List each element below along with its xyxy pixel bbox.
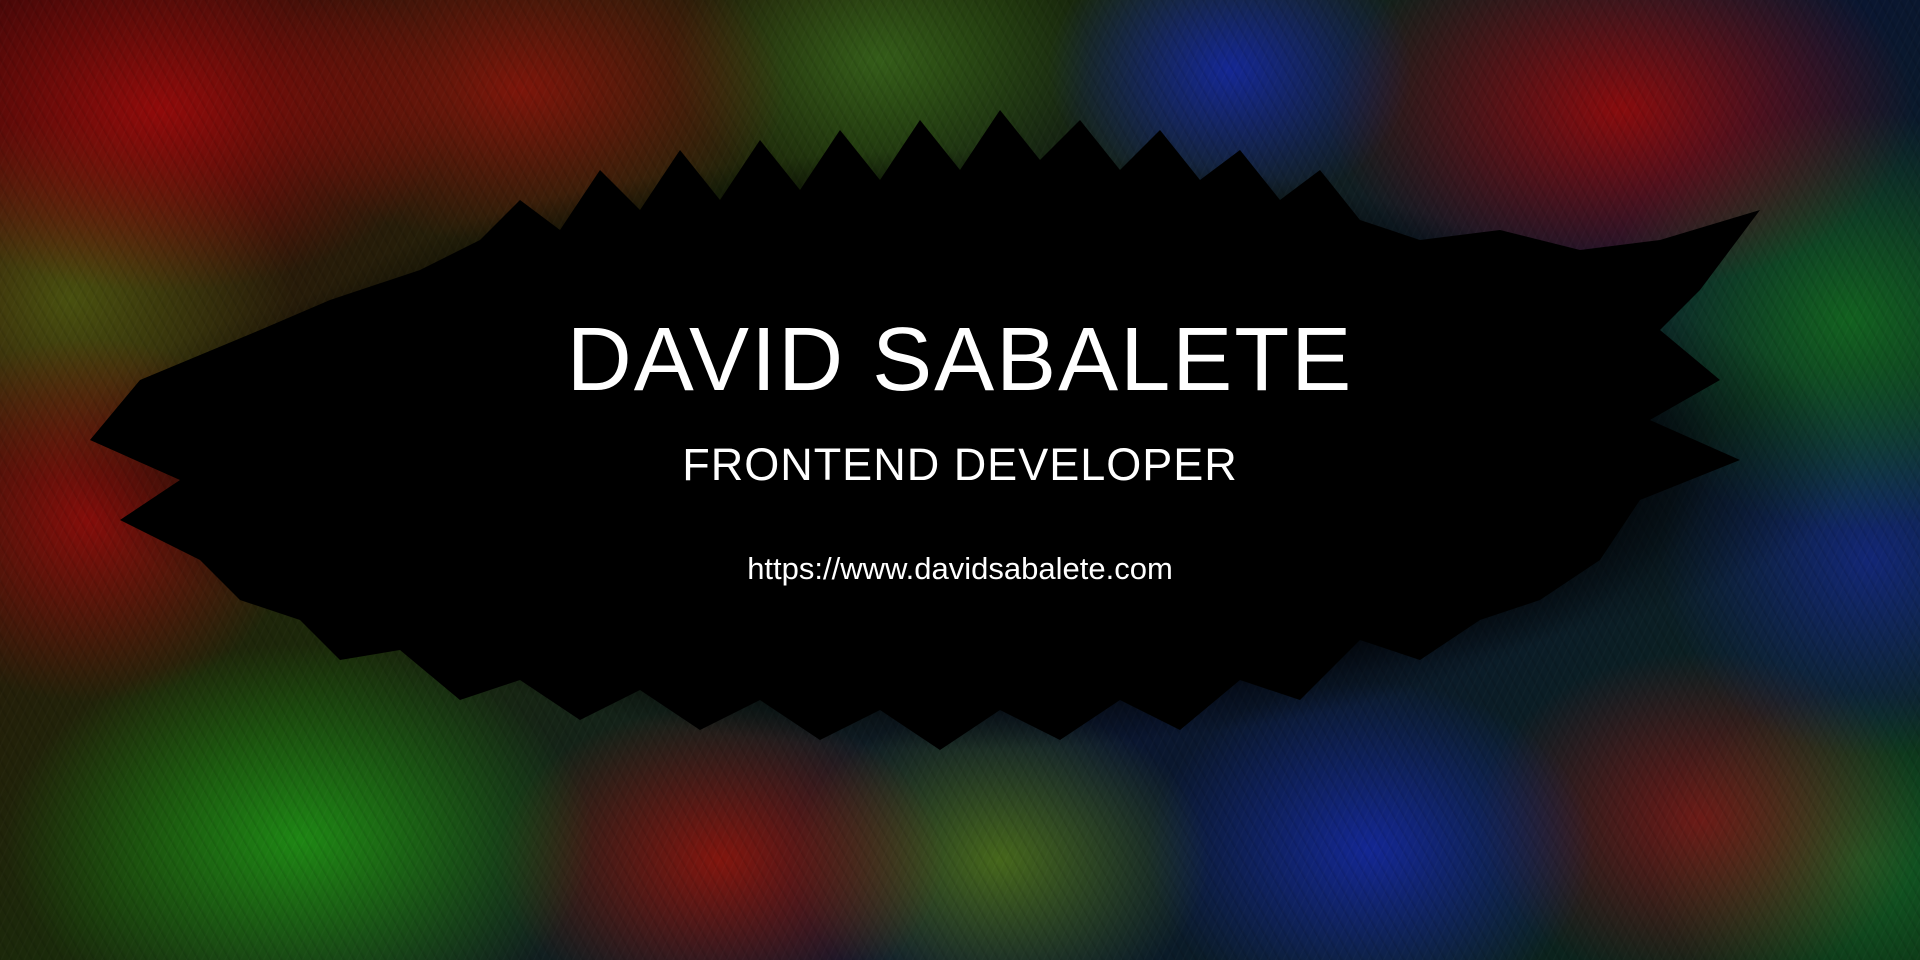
page-title: DAVID SABALETE <box>566 310 1354 410</box>
hero-content: DAVID SABALETE FRONTEND DEVELOPER https:… <box>0 0 1920 960</box>
job-title: FRONTEND DEVELOPER <box>682 439 1238 490</box>
website-link[interactable]: https://www.davidsabalete.com <box>0 550 1920 588</box>
hero-banner: DAVID SABALETE FRONTEND DEVELOPER https:… <box>0 0 1920 960</box>
